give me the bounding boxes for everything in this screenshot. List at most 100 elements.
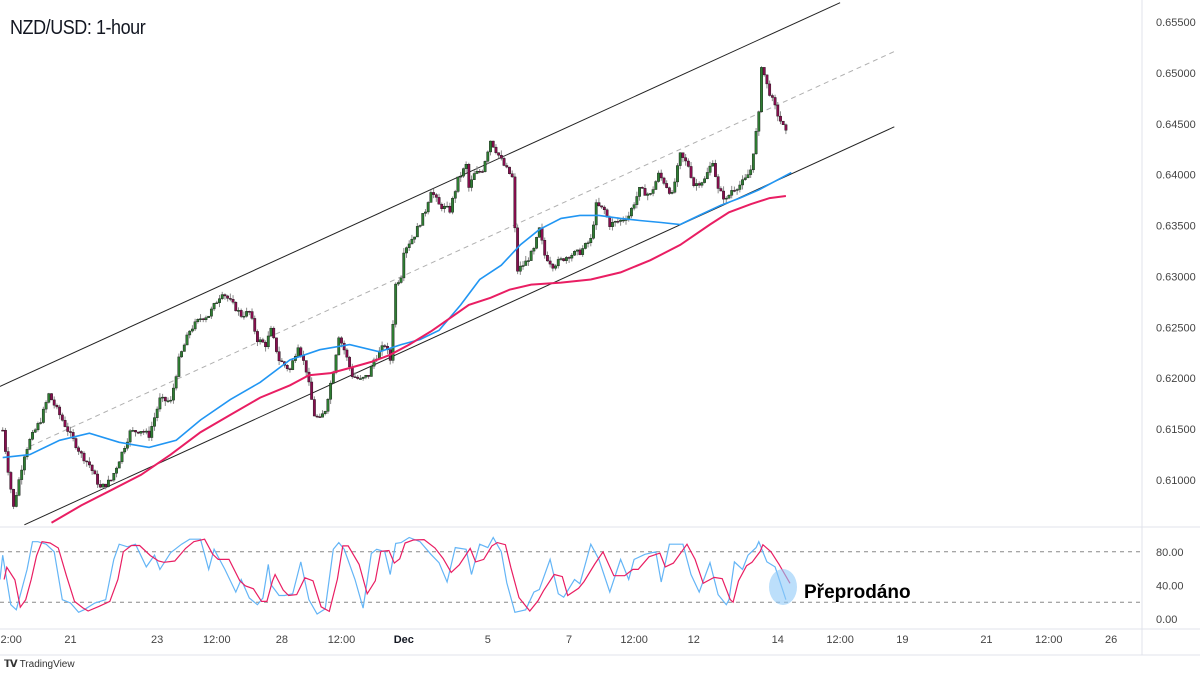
candle-down [285,365,289,369]
time-tick-label: 26 [1105,634,1117,646]
candle-up [735,189,739,191]
candle-down [348,356,351,368]
candle-up [153,417,156,427]
candle-down [667,187,671,194]
candle-up [182,344,186,352]
candle-up [670,192,674,194]
candle-up [191,328,194,332]
candle-down [310,381,314,400]
candle-down [272,327,276,339]
candle-up [207,315,211,318]
time-tick-label: 12:00 [620,634,648,646]
candle-down [223,294,227,297]
candle-up [575,249,579,252]
candle-up [703,178,707,183]
candle-up [678,152,682,166]
price-tick-label: 0.64500 [1156,119,1196,131]
candle-up [245,311,249,317]
chart-frame [0,0,1200,675]
candle-up [209,308,213,317]
candle-up [204,317,208,320]
candle-down [66,426,70,432]
candle-down [142,431,146,433]
candle-up [760,67,763,112]
candle-down [502,158,506,166]
candle-down [383,345,387,347]
candle-up [711,163,715,167]
candle-down [77,447,80,452]
candle-up [169,399,173,402]
candle-down [88,461,91,466]
chart-title: NZD/USD: 1-hour [10,17,146,39]
candle-down [480,171,484,173]
candle-down [345,349,349,358]
candle-up [269,327,273,337]
candle-down [776,104,780,117]
candle-up [535,237,538,249]
candle-up [532,248,536,252]
candle-down [85,460,89,463]
candle-down [147,430,151,438]
candle-down [264,342,267,348]
candle-down [497,152,501,156]
candle-up [570,254,574,259]
candle-up [196,319,200,322]
candle-down [277,351,281,362]
tradingview-brand-name: TradingView [19,659,75,670]
candle-down [478,171,482,173]
candle-down [356,376,360,379]
candle-up [394,283,398,325]
candle-down [288,368,292,370]
candle-down [765,74,769,85]
candle-up [47,393,51,403]
candle-up [155,408,159,418]
candle-down [434,194,438,198]
candle-down [510,173,514,178]
candle-up [117,461,121,469]
candle-down [781,120,785,125]
time-tick-label: 5 [485,634,491,646]
candle-up [391,324,395,361]
candle-up [743,177,747,180]
candle-down [52,399,56,406]
candle-up [521,265,525,267]
candle-up [407,243,411,248]
candle-up [326,399,330,412]
candle-up [115,467,118,474]
candle-down [692,177,696,186]
candle-up [237,310,240,312]
candle-up [361,376,365,379]
candle-down [602,206,606,211]
candle-down [367,375,370,377]
candle-down [60,414,64,421]
candle-up [673,181,677,193]
candle-up [654,181,658,190]
candle-down [234,302,238,312]
time-tick-label: 12:00 [0,634,22,646]
time-tick-label: 12:00 [203,634,231,646]
candle-down [600,205,604,208]
candle-down [779,115,782,122]
candle-up [101,483,105,488]
time-tick-label: 12:00 [1035,634,1063,646]
candle-down [491,140,495,148]
candle-down [261,339,265,343]
candle-up [329,382,333,400]
candle-down [353,376,357,378]
candle-up [36,423,40,431]
candle-up [746,174,750,179]
candle-down [256,331,259,343]
candle-up [738,184,742,190]
candle-up [429,192,433,203]
candle-down [440,203,444,209]
candle-down [548,260,552,265]
candle-up [193,321,197,330]
candle-down [228,298,232,300]
background [0,0,1200,675]
candle-up [724,197,728,200]
candle-up [646,193,650,196]
candle-down [499,155,503,159]
chart-canvas[interactable]: 0.65500 0.65000 0.64500 0.64000 0.63500 0.630… [0,0,1200,675]
stoch-tick-label: 80.00 [1156,547,1184,559]
candle-down [437,197,441,205]
